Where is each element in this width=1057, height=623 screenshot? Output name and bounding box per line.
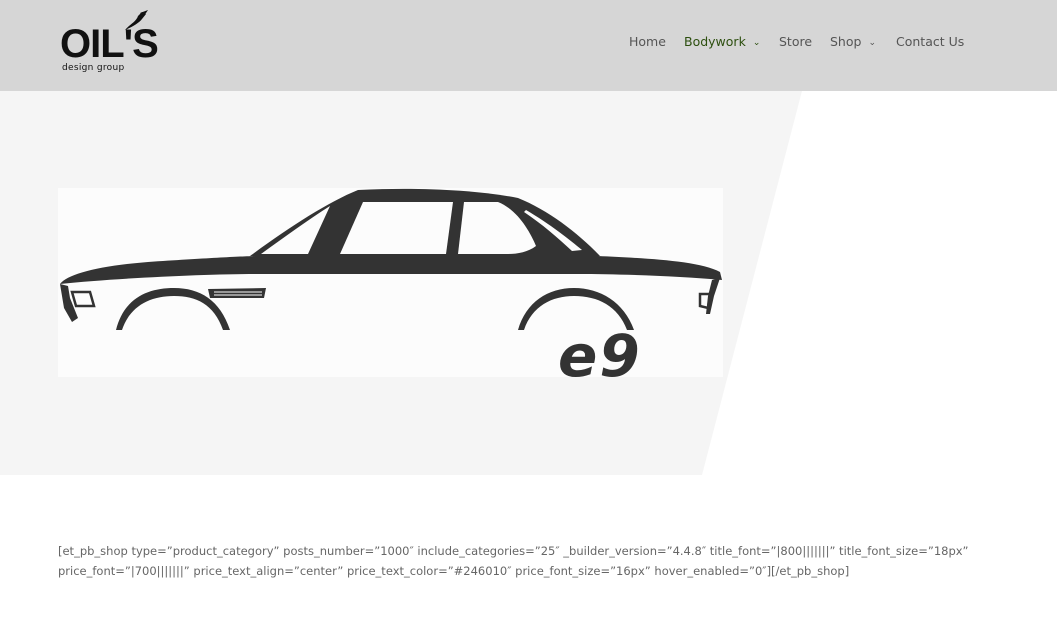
nav-item-label: Bodywork: [684, 34, 746, 49]
shortcode-line: price_font=”|700|||||||” price_text_alig…: [58, 564, 850, 578]
logo-wordmark: OIL'S: [60, 22, 159, 66]
car-silhouette-image: e9: [58, 188, 723, 390]
chevron-down-icon: ⌄: [752, 38, 761, 48]
nav-item-bodywork[interactable]: Bodywork ⌄: [684, 33, 760, 52]
shortcode-line: [et_pb_shop type=”product_category” post…: [58, 544, 969, 558]
nav-item-label: Home: [629, 34, 666, 49]
chevron-down-icon: ⌄: [868, 38, 876, 48]
shortcode-text-block: [et_pb_shop type=”product_category” post…: [58, 541, 969, 581]
nav-item-label: Store: [779, 34, 813, 49]
nav-item-home[interactable]: Home: [629, 33, 666, 51]
site-header: OIL'S design group Home Bodywork ⌄ Store …: [0, 0, 1057, 91]
nav-item-label: Shop: [830, 34, 862, 49]
car-silhouette-icon: e9: [60, 188, 722, 390]
site-logo[interactable]: OIL'S design group: [60, 10, 159, 74]
logo-tagline: design group: [62, 63, 125, 73]
badge-text: e9: [558, 322, 642, 377]
nav-item-contact-us[interactable]: Contact Us: [896, 33, 964, 51]
nav-item-label: Contact Us: [896, 34, 965, 49]
nav-item-shop[interactable]: Shop ⌄: [830, 33, 876, 52]
nav-item-store[interactable]: Store: [779, 33, 812, 51]
